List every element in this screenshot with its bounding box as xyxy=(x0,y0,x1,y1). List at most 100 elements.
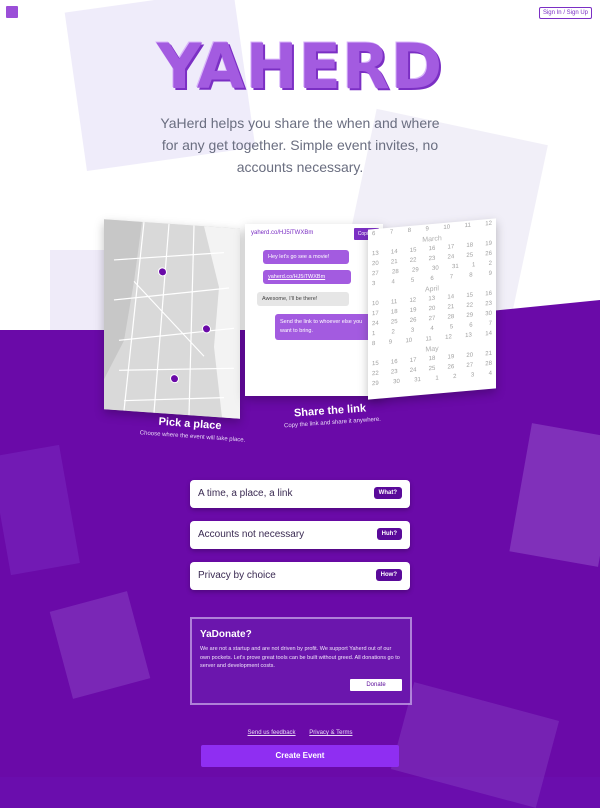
calendar-day: 31 xyxy=(452,263,459,271)
calendar-day: 7 xyxy=(389,229,394,236)
donate-button[interactable]: Donate xyxy=(350,679,402,691)
calendar-day: 30 xyxy=(432,265,439,272)
calendar-day: 19 xyxy=(447,354,455,361)
calendar-day: 11 xyxy=(390,299,398,306)
calendar-day: 13 xyxy=(465,332,472,340)
calendar-day: 24 xyxy=(372,320,379,328)
page-title: YAHERD xyxy=(156,30,444,103)
calendar-day: 23 xyxy=(390,369,398,376)
map-pin-icon xyxy=(158,267,167,277)
calendar-day: 18 xyxy=(428,355,436,363)
map-pin-icon xyxy=(202,324,211,334)
calendar-day: 27 xyxy=(466,362,474,369)
calendar-preview: 6 7 8 9 10 11 12 March 13 14 15 16 17 18 19 20 21 22 23 24 2… xyxy=(368,218,496,400)
feature-label: Accounts not necessary xyxy=(198,529,305,540)
calendar-day: 15 xyxy=(409,247,417,254)
privacy-link[interactable]: Privacy & Terms xyxy=(309,730,352,736)
calendar-day: 29 xyxy=(372,380,379,388)
calendar-day: 17 xyxy=(409,357,417,364)
logo-icon[interactable] xyxy=(6,6,18,18)
calendar-day: 5 xyxy=(449,324,454,331)
calendar-day: 26 xyxy=(447,364,455,371)
map-preview xyxy=(104,219,240,419)
donate-text: We are not a startup and are not driven … xyxy=(200,646,400,669)
how-button[interactable]: How? xyxy=(375,569,402,581)
calendar-day: 17 xyxy=(372,310,379,318)
calendar-day: 22 xyxy=(409,257,417,264)
create-event-button[interactable]: Create Event xyxy=(201,745,399,767)
calendar-day: 18 xyxy=(390,309,398,316)
feature-label: A time, a place, a link xyxy=(198,488,293,499)
share-url-bar: yaherd.co/HJ5iTWXBm Copied! xyxy=(249,228,379,240)
calendar-day: 15 xyxy=(372,360,379,368)
tagline: YaHerd helps you share the when and wher… xyxy=(160,115,440,175)
calendar-day: 25 xyxy=(466,252,474,259)
calendar-day: 25 xyxy=(390,319,398,326)
calendar-day: 1 xyxy=(435,375,439,382)
donate-panel: YaDonate? We are not a startup and are n… xyxy=(190,617,412,705)
calendar-day: 29 xyxy=(466,312,474,319)
calendar-day: 23 xyxy=(428,255,436,263)
calendar-day: 28 xyxy=(485,360,492,368)
calendar-day: 9 xyxy=(488,270,492,278)
chat-preview: yaherd.co/HJ5iTWXBm Copied! Hey let's go… xyxy=(245,224,383,396)
calendar-day: 2 xyxy=(391,329,395,336)
chat-message: Send the link to whoever else you want t… xyxy=(275,314,375,340)
donate-title: YaDonate? xyxy=(200,629,252,640)
calendar-day: 27 xyxy=(372,270,379,278)
calendar-day: 6 xyxy=(430,275,434,283)
calendar-day: 23 xyxy=(485,300,492,308)
calendar-day: 24 xyxy=(409,367,417,374)
calendar-day: 20 xyxy=(372,260,379,268)
feature-row: Privacy by choice How? xyxy=(190,562,410,590)
calendar-day: 3 xyxy=(372,280,376,288)
calendar-day: 14 xyxy=(485,330,492,338)
feature-row: Accounts not necessary Huh? xyxy=(190,521,410,549)
calendar-day: 9 xyxy=(425,226,429,233)
calendar-day: 21 xyxy=(390,259,398,266)
calendar-day: 11 xyxy=(425,336,432,343)
calendar-day: 10 xyxy=(443,224,451,232)
calendar-day: 29 xyxy=(412,267,419,274)
calendar-day: 22 xyxy=(466,302,474,309)
calendar-day: 8 xyxy=(407,227,412,235)
calendar-day: 2 xyxy=(488,260,492,268)
calendar-day: 2 xyxy=(453,373,457,381)
calendar-day: 19 xyxy=(485,240,492,248)
calendar-day: 7 xyxy=(488,320,492,328)
calendar-day: 10 xyxy=(372,300,379,308)
calendar-day: 8 xyxy=(372,340,376,348)
huh-button[interactable]: Huh? xyxy=(376,528,402,540)
calendar-day: 30 xyxy=(485,310,492,318)
calendar-day: 18 xyxy=(466,242,474,249)
calendar-day: 24 xyxy=(447,254,455,261)
chat-message: Hey let's go see a movie! xyxy=(263,250,349,264)
calendar-day: 6 xyxy=(469,322,473,329)
calendar-day: 9 xyxy=(388,339,393,346)
calendar-day: 27 xyxy=(428,315,436,323)
footer-links: Send us feedback Privacy & Terms xyxy=(0,730,600,736)
feedback-link[interactable]: Send us feedback xyxy=(248,730,296,736)
calendar-day: 26 xyxy=(485,250,492,258)
calendar-day: 26 xyxy=(409,317,417,324)
calendar-day: 11 xyxy=(464,222,471,230)
calendar-day: 8 xyxy=(469,272,473,279)
calendar-day: 13 xyxy=(428,295,436,303)
calendar-day: 30 xyxy=(393,378,400,386)
calendar-day: 21 xyxy=(485,350,492,358)
calendar-day: 28 xyxy=(392,268,399,276)
map-pin-icon xyxy=(170,373,179,384)
calendar-day: 4 xyxy=(488,370,492,378)
calendar-day: 15 xyxy=(466,292,473,299)
map-illustration xyxy=(104,219,240,419)
what-button[interactable]: What? xyxy=(373,487,402,499)
calendar-day: 12 xyxy=(409,297,417,304)
calendar-day: 21 xyxy=(447,304,455,311)
calendar-day: 13 xyxy=(372,250,379,258)
signin-button[interactable]: Sign In / Sign Up xyxy=(538,7,592,19)
calendar-day: 1 xyxy=(372,330,376,338)
feature-row: A time, a place, a link What? xyxy=(190,480,410,508)
calendar-day: 10 xyxy=(405,337,413,345)
calendar-day: 16 xyxy=(390,359,398,366)
calendar-day: 20 xyxy=(428,305,436,313)
